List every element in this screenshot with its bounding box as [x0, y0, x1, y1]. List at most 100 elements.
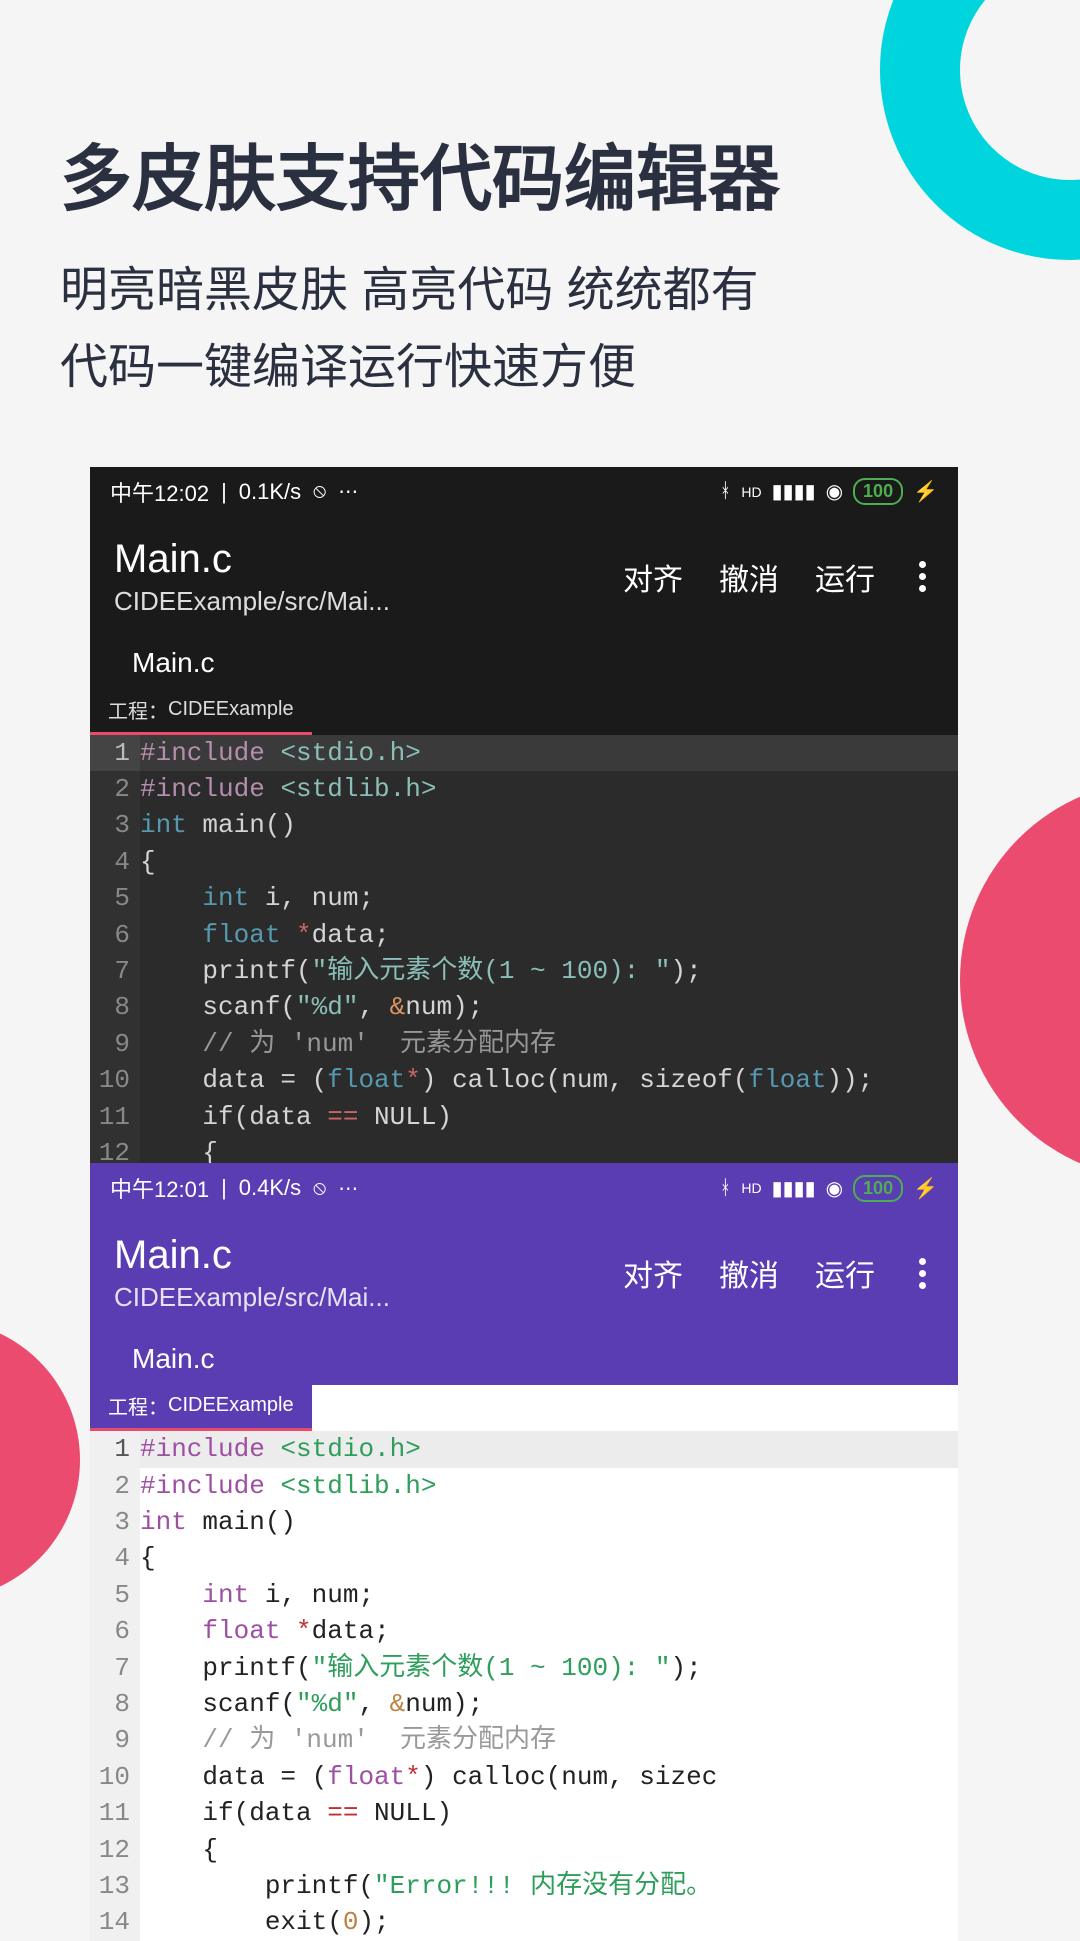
code-line[interactable]: 2#include <stdlib.h> [90, 771, 958, 807]
align-button[interactable]: 对齐 [623, 1251, 683, 1295]
code-editor-dark[interactable]: 1#include <stdio.h>2#include <stdlib.h>3… [90, 735, 958, 1172]
code-line[interactable]: 6 float *data; [90, 917, 958, 953]
code-content[interactable]: int main() [140, 807, 296, 843]
code-line[interactable]: 7 printf("输入元素个数(1 ~ 100): "); [90, 953, 958, 989]
code-line[interactable]: 4{ [90, 844, 958, 880]
status-bar: 中午12:02 | 0.1K/s ⦸ ⋯ ᚼ HD ▮▮▮▮ ◉ 100 ⚡ [90, 467, 958, 517]
status-time: 中午12:02 [110, 476, 209, 508]
code-content[interactable]: if(data == NULL) [140, 1795, 452, 1831]
more-status-icon: ⋯ [338, 479, 358, 504]
signal-icon: ▮▮▮▮ [772, 1176, 816, 1201]
code-line[interactable]: 8 scanf("%d", &num); [90, 1686, 958, 1722]
wifi-icon: ◉ [826, 479, 843, 504]
line-number: 10 [90, 1759, 140, 1795]
code-content[interactable]: exit(0); [140, 1904, 390, 1940]
code-line[interactable]: 10 data = (float*) calloc(num, sizeof(fl… [90, 1062, 958, 1098]
code-line[interactable]: 7 printf("输入元素个数(1 ~ 100): "); [90, 1650, 958, 1686]
code-line[interactable]: 6 float *data; [90, 1613, 958, 1649]
code-content[interactable]: int main() [140, 1504, 296, 1540]
hd-icon: HD [741, 1180, 761, 1196]
tab-bar: Main.c [90, 1333, 958, 1385]
tab-main-c[interactable]: Main.c [114, 637, 232, 689]
line-number: 6 [90, 1613, 140, 1649]
code-content[interactable]: printf("输入元素个数(1 ~ 100): "); [140, 953, 702, 989]
code-line[interactable]: 11 if(data == NULL) [90, 1099, 958, 1135]
code-content[interactable]: scanf("%d", &num); [140, 1686, 483, 1722]
run-button[interactable]: 运行 [815, 555, 875, 599]
code-line[interactable]: 14 exit(0); [90, 1904, 958, 1940]
line-number: 9 [90, 1026, 140, 1062]
status-bar: 中午12:01 | 0.4K/s ⦸ ⋯ ᚼ HD ▮▮▮▮ ◉ 100 ⚡ [90, 1163, 958, 1213]
toolbar-path: CIDEExample/src/Mai... [114, 586, 474, 617]
code-line[interactable]: 10 data = (float*) calloc(num, sizec [90, 1759, 958, 1795]
code-content[interactable]: if(data == NULL) [140, 1099, 452, 1135]
code-content[interactable]: float *data; [140, 1613, 390, 1649]
line-number: 13 [90, 1868, 140, 1904]
project-name: CIDEExample [168, 1394, 294, 1417]
marketing-title: 多皮肤支持代码编辑器 [60, 120, 1020, 225]
undo-button[interactable]: 撤消 [719, 555, 779, 599]
code-content[interactable]: // 为 'num' 元素分配内存 [140, 1722, 556, 1758]
code-line[interactable]: 13 printf("Error!!! 内存没有分配。 [90, 1868, 958, 1904]
toolbar-filename: Main.c [114, 537, 623, 582]
code-content[interactable]: data = (float*) calloc(num, sizeof(float… [140, 1062, 873, 1098]
no-disturb-icon: ⦸ [313, 480, 326, 503]
code-line[interactable]: 5 int i, num; [90, 880, 958, 916]
code-content[interactable]: float *data; [140, 917, 390, 953]
battery-indicator: 100 [853, 1175, 903, 1202]
line-number: 4 [90, 844, 140, 880]
phone-dark-theme: 中午12:02 | 0.1K/s ⦸ ⋯ ᚼ HD ▮▮▮▮ ◉ 100 ⚡ M… [90, 467, 958, 1172]
more-status-icon: ⋯ [338, 1176, 358, 1201]
code-line[interactable]: 3int main() [90, 1504, 958, 1540]
status-divider: | [221, 479, 227, 505]
code-line[interactable]: 12 { [90, 1832, 958, 1868]
line-number: 6 [90, 917, 140, 953]
project-indicator[interactable]: 工程：CIDEExample [90, 689, 312, 735]
overflow-menu-button[interactable] [911, 561, 934, 592]
line-number: 8 [90, 1686, 140, 1722]
align-button[interactable]: 对齐 [623, 555, 683, 599]
line-number: 7 [90, 953, 140, 989]
code-line[interactable]: 8 scanf("%d", &num); [90, 989, 958, 1025]
project-label: 工程： [108, 1391, 168, 1420]
code-content[interactable]: #include <stdio.h> [140, 735, 421, 771]
code-content[interactable]: { [140, 844, 156, 880]
code-line[interactable]: 3int main() [90, 807, 958, 843]
no-disturb-icon: ⦸ [313, 1177, 326, 1200]
line-number: 11 [90, 1795, 140, 1831]
line-number: 3 [90, 1504, 140, 1540]
code-content[interactable]: #include <stdio.h> [140, 1431, 421, 1467]
code-editor-light[interactable]: 1#include <stdio.h>2#include <stdlib.h>3… [90, 1431, 958, 1940]
line-number: 7 [90, 1650, 140, 1686]
code-line[interactable]: 1#include <stdio.h> [90, 1431, 958, 1467]
code-content[interactable]: int i, num; [140, 880, 374, 916]
code-line[interactable]: 9 // 为 'num' 元素分配内存 [90, 1026, 958, 1062]
code-line[interactable]: 1#include <stdio.h> [90, 735, 958, 771]
code-line[interactable]: 11 if(data == NULL) [90, 1795, 958, 1831]
charging-icon: ⚡ [913, 479, 938, 504]
overflow-menu-button[interactable] [911, 1258, 934, 1289]
line-number: 5 [90, 880, 140, 916]
code-line[interactable]: 9 // 为 'num' 元素分配内存 [90, 1722, 958, 1758]
code-line[interactable]: 5 int i, num; [90, 1577, 958, 1613]
code-content[interactable]: printf("输入元素个数(1 ~ 100): "); [140, 1650, 702, 1686]
tab-bar: Main.c [90, 637, 958, 689]
code-content[interactable]: int i, num; [140, 1577, 374, 1613]
wifi-icon: ◉ [826, 1176, 843, 1201]
code-content[interactable]: { [140, 1540, 156, 1576]
code-content[interactable]: scanf("%d", &num); [140, 989, 483, 1025]
decorative-circle-pink-left [0, 1320, 80, 1600]
project-indicator[interactable]: 工程：CIDEExample [90, 1385, 312, 1431]
code-content[interactable]: printf("Error!!! 内存没有分配。 [140, 1868, 712, 1904]
code-content[interactable]: data = (float*) calloc(num, sizec [140, 1759, 717, 1795]
run-button[interactable]: 运行 [815, 1251, 875, 1295]
code-content[interactable]: #include <stdlib.h> [140, 1468, 436, 1504]
undo-button[interactable]: 撤消 [719, 1251, 779, 1295]
code-content[interactable]: // 为 'num' 元素分配内存 [140, 1026, 556, 1062]
code-line[interactable]: 4{ [90, 1540, 958, 1576]
code-content[interactable]: { [140, 1832, 218, 1868]
line-number: 1 [90, 1431, 140, 1467]
tab-main-c[interactable]: Main.c [114, 1333, 232, 1385]
code-content[interactable]: #include <stdlib.h> [140, 771, 436, 807]
code-line[interactable]: 2#include <stdlib.h> [90, 1468, 958, 1504]
